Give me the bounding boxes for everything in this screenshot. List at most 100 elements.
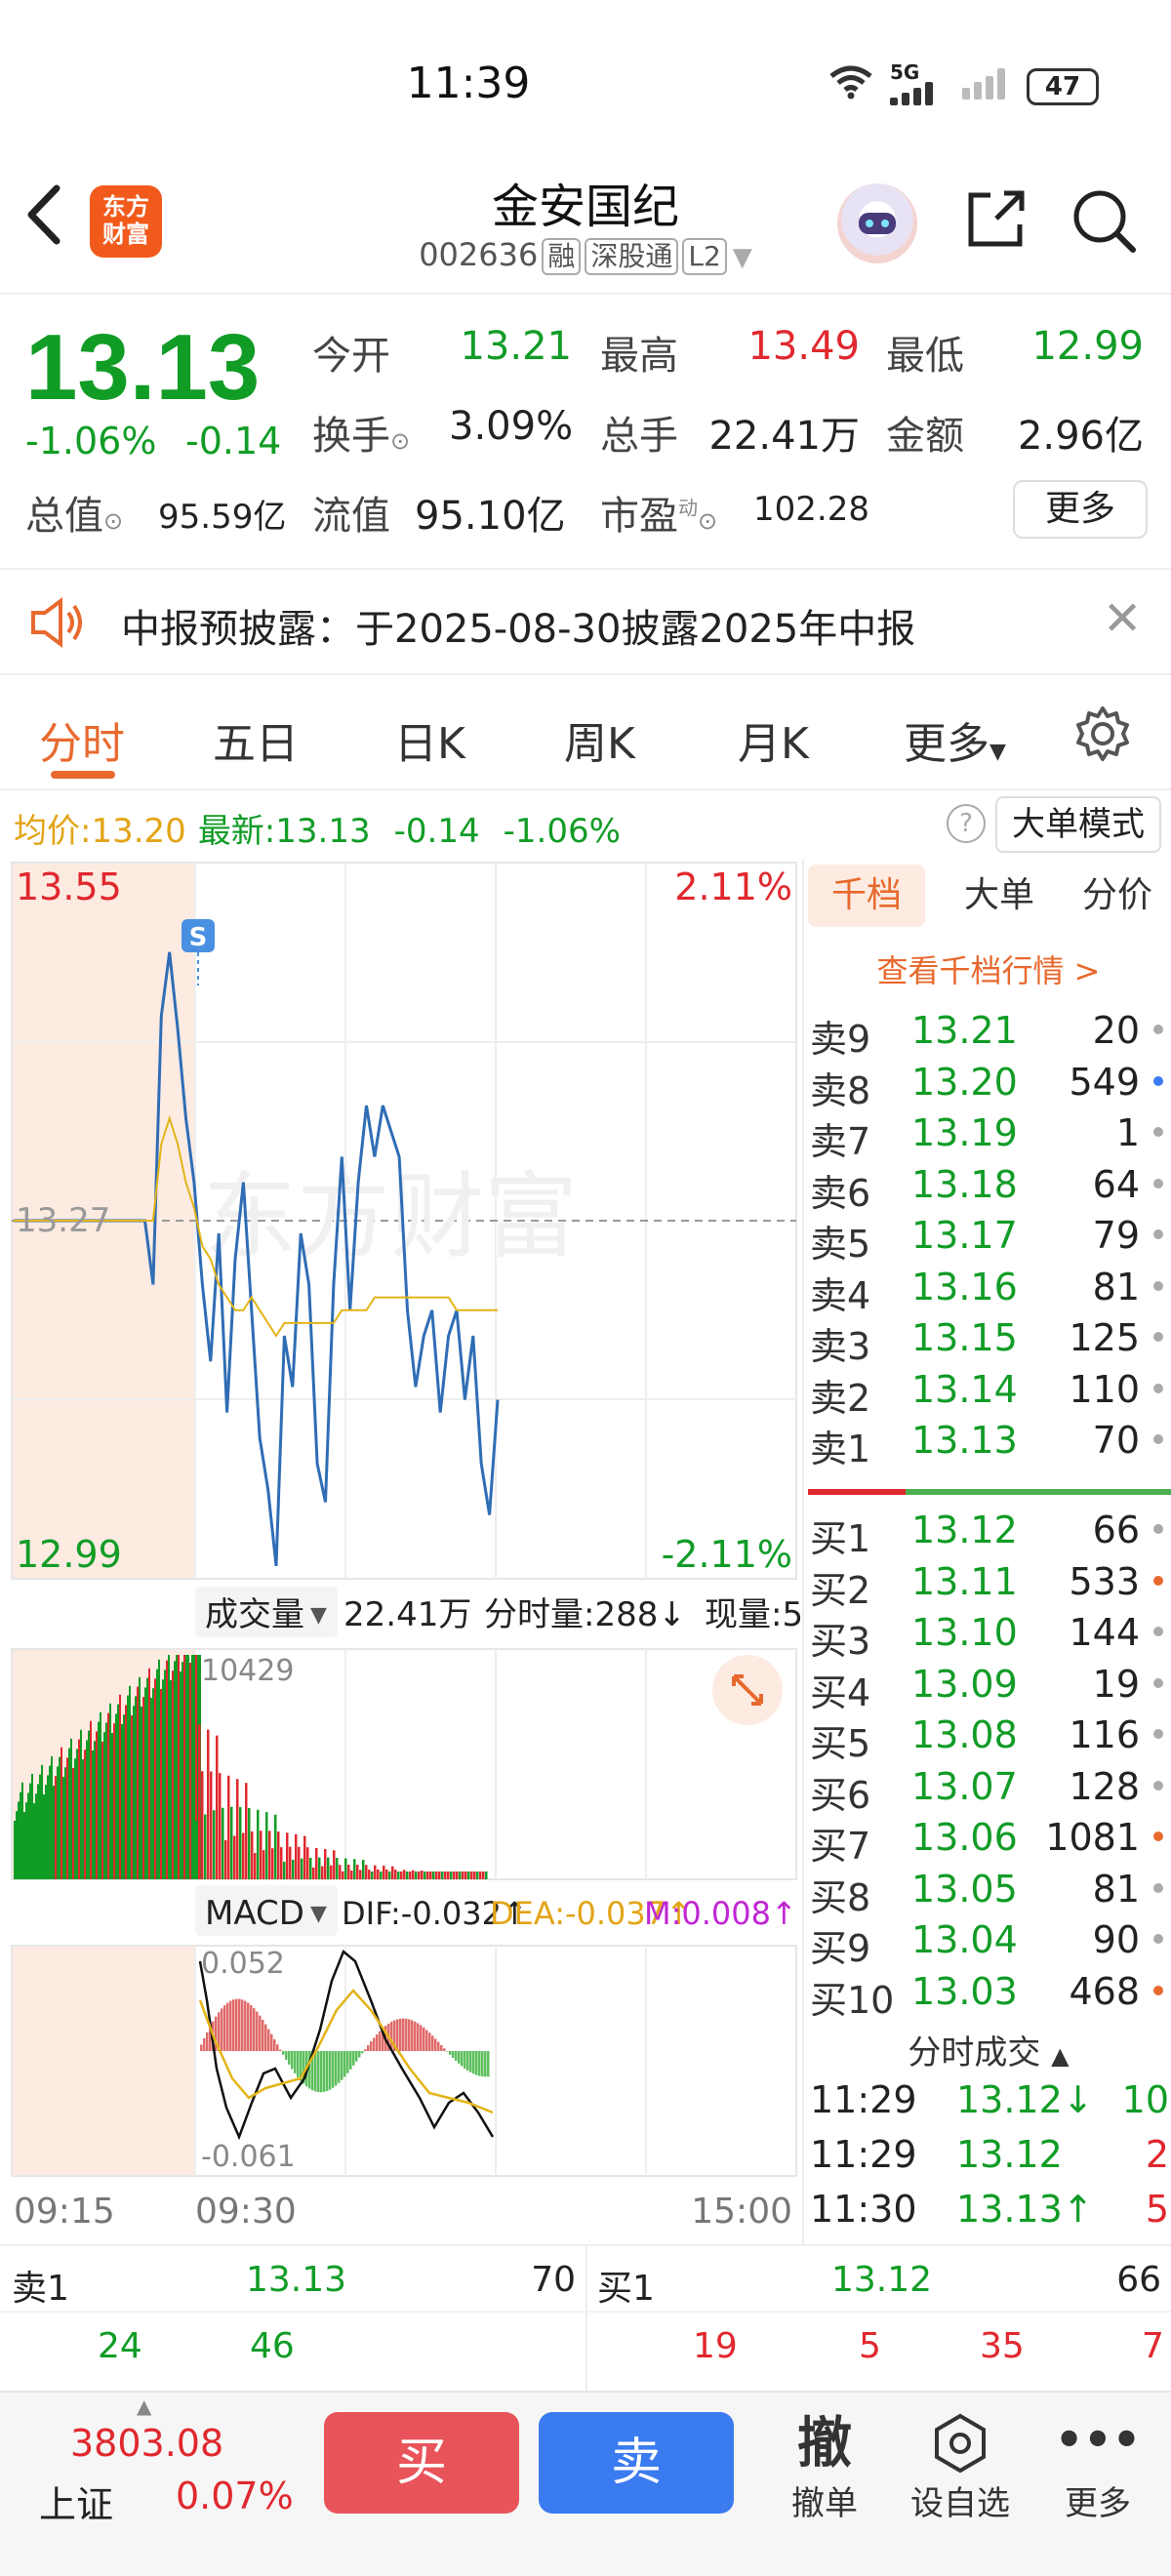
- sell-level-row[interactable]: 卖7 13.19 1: [804, 1106, 1171, 1163]
- tab-weekly-k[interactable]: 周K: [564, 708, 635, 771]
- macd-bar: [235, 1998, 238, 2051]
- volume-bar: [84, 1750, 86, 1879]
- macd-bar: [402, 2018, 405, 2051]
- tick-volume: 2: [1145, 2133, 1169, 2176]
- macd-bar: [232, 1999, 235, 2051]
- tab-thousand-level[interactable]: 千档: [808, 865, 925, 927]
- volume-bar: [92, 1751, 94, 1879]
- macd-bar: [370, 2041, 373, 2051]
- sell-button[interactable]: 卖: [539, 2412, 734, 2514]
- volume-bar: [385, 1869, 388, 1879]
- volume-bar: [178, 1655, 180, 1879]
- level-marker-dot: [1153, 1075, 1163, 1086]
- tick-volume: 10: [1121, 2078, 1169, 2121]
- buy-level-row[interactable]: 买3 13.10 144: [804, 1605, 1171, 1663]
- dropdown-caret-icon[interactable]: ▼: [733, 243, 752, 272]
- sell-level-row[interactable]: 卖3 13.15 125: [804, 1310, 1171, 1368]
- ticks-header[interactable]: 分时成交 ▲: [804, 2026, 1171, 2073]
- level-label: 买10: [810, 1978, 895, 2022]
- index-name[interactable]: 上证: [39, 2475, 113, 2528]
- change-percent: -1.06%: [25, 420, 157, 463]
- buy-level-row[interactable]: 买5 13.08 116: [804, 1708, 1171, 1765]
- more-menu-button[interactable]: ••• 更多: [1044, 2412, 1151, 2524]
- buy-level-row[interactable]: 买8 13.05 81: [804, 1862, 1171, 1919]
- settings-gear-icon[interactable]: [1073, 704, 1132, 767]
- add-watchlist-button[interactable]: 设自选: [902, 2412, 1019, 2524]
- volume-bar: [219, 1773, 222, 1879]
- macd-bar: [408, 2019, 411, 2051]
- tab-price-distribution[interactable]: 分价: [1064, 865, 1171, 927]
- volume-bar: [168, 1655, 170, 1879]
- volume-bar: [327, 1857, 330, 1879]
- buy-level-row[interactable]: 买9 13.04 90: [804, 1912, 1171, 1970]
- time-axis-start: 09:15: [14, 2192, 115, 2232]
- level-volume: 79: [1092, 1214, 1140, 1257]
- macd-bar: [431, 2035, 434, 2051]
- intraday-chart[interactable]: 东方财富 13.55 13.27 12.99 2.11% -2.11% S 成交…: [0, 859, 803, 2244]
- close-icon[interactable]: ✕: [1103, 591, 1142, 646]
- sell-level-row[interactable]: 卖2 13.14 110: [804, 1362, 1171, 1420]
- big-order-mode-button[interactable]: 大单模式: [995, 796, 1161, 853]
- volume-bar: [482, 1872, 485, 1879]
- buy-queue-item: 7: [1142, 2326, 1164, 2366]
- bq-buy-price: 13.12: [831, 2260, 933, 2300]
- thousand-level-link[interactable]: 查看千档行情 >: [804, 946, 1171, 991]
- buy-level-row[interactable]: 买6 13.07 128: [804, 1759, 1171, 1817]
- sell-level-row[interactable]: 卖5 13.17 79: [804, 1208, 1171, 1266]
- volume-bar: [362, 1860, 365, 1879]
- sell-level-row[interactable]: 卖4 13.16 81: [804, 1260, 1171, 1317]
- volume-label: 总手: [600, 414, 678, 459]
- chart-canvas[interactable]: 东方财富 13.55 13.27 12.99 2.11% -2.11% S 成交…: [0, 859, 803, 2244]
- tick-time: 11:29: [810, 2133, 917, 2176]
- macd-bar: [259, 2015, 262, 2051]
- volume-bar: [347, 1865, 350, 1879]
- buy-level-row[interactable]: 买4 13.09 19: [804, 1657, 1171, 1714]
- sell-level-row[interactable]: 卖8 13.20 549: [804, 1055, 1171, 1112]
- volume-bar: [41, 1764, 43, 1879]
- tab-intraday[interactable]: 分时: [39, 708, 125, 771]
- buy-level-row[interactable]: 买1 13.12 66: [804, 1503, 1171, 1560]
- macd-bar: [343, 2051, 346, 2077]
- level-volume: 144: [1069, 1611, 1140, 1654]
- sell-level-row[interactable]: 卖1 13.13 70: [804, 1413, 1171, 1470]
- tab-daily-k[interactable]: 日K: [394, 708, 465, 771]
- buy-button[interactable]: 买: [324, 2412, 519, 2514]
- volume-bar: [447, 1872, 450, 1879]
- buy-level-row[interactable]: 买7 13.06 1081: [804, 1810, 1171, 1868]
- level-price: 13.15: [911, 1316, 1018, 1359]
- volume-bar: [90, 1720, 92, 1879]
- volume-bar: [409, 1872, 412, 1879]
- notice-bar[interactable]: 中报预披露：于2025-08-30披露2025年中报 ✕: [0, 568, 1171, 675]
- info-text: 均价:13.20 最新:13.13 -0.14 -1.06%: [14, 812, 621, 851]
- tab-monthly-k[interactable]: 月K: [738, 708, 809, 771]
- more-button[interactable]: 更多: [1013, 480, 1148, 539]
- assistant-robot-icon[interactable]: [837, 183, 917, 263]
- buy-level-row[interactable]: 买2 13.11 533: [804, 1554, 1171, 1612]
- index-pct[interactable]: 0.07%: [176, 2475, 294, 2517]
- volume-bar: [78, 1739, 80, 1879]
- volume-bar: [315, 1847, 318, 1879]
- tab-more[interactable]: 更多▼: [904, 708, 1006, 771]
- volume-bar: [158, 1659, 160, 1879]
- sell-level-row[interactable]: 卖6 13.18 64: [804, 1157, 1171, 1215]
- help-icon[interactable]: ?: [947, 804, 986, 843]
- volume-bar: [459, 1872, 462, 1879]
- search-icon[interactable]: [1069, 185, 1139, 256]
- index-value[interactable]: 3803.08: [70, 2422, 223, 2465]
- macd-bar: [361, 2051, 364, 2054]
- macd-bar: [341, 2051, 343, 2080]
- cancel-order-button[interactable]: 撤 撤单: [771, 2412, 878, 2524]
- volume-bar: [47, 1775, 49, 1879]
- tab-big-order[interactable]: 大单: [950, 865, 1048, 927]
- signal-icon: [890, 82, 937, 105]
- tab-five-day[interactable]: 五日: [213, 708, 299, 771]
- volume-bar: [400, 1872, 403, 1879]
- volume-bar: [283, 1861, 286, 1879]
- buy-level-row[interactable]: 买10 13.03 468: [804, 1964, 1171, 2022]
- sell-queue-item: 46: [250, 2326, 295, 2366]
- volume-bar: [57, 1766, 59, 1879]
- sell-level-row[interactable]: 卖9 13.21 20: [804, 1003, 1171, 1061]
- volume-bar: [470, 1872, 473, 1879]
- volume-bar: [129, 1685, 131, 1879]
- share-icon[interactable]: [961, 185, 1030, 254]
